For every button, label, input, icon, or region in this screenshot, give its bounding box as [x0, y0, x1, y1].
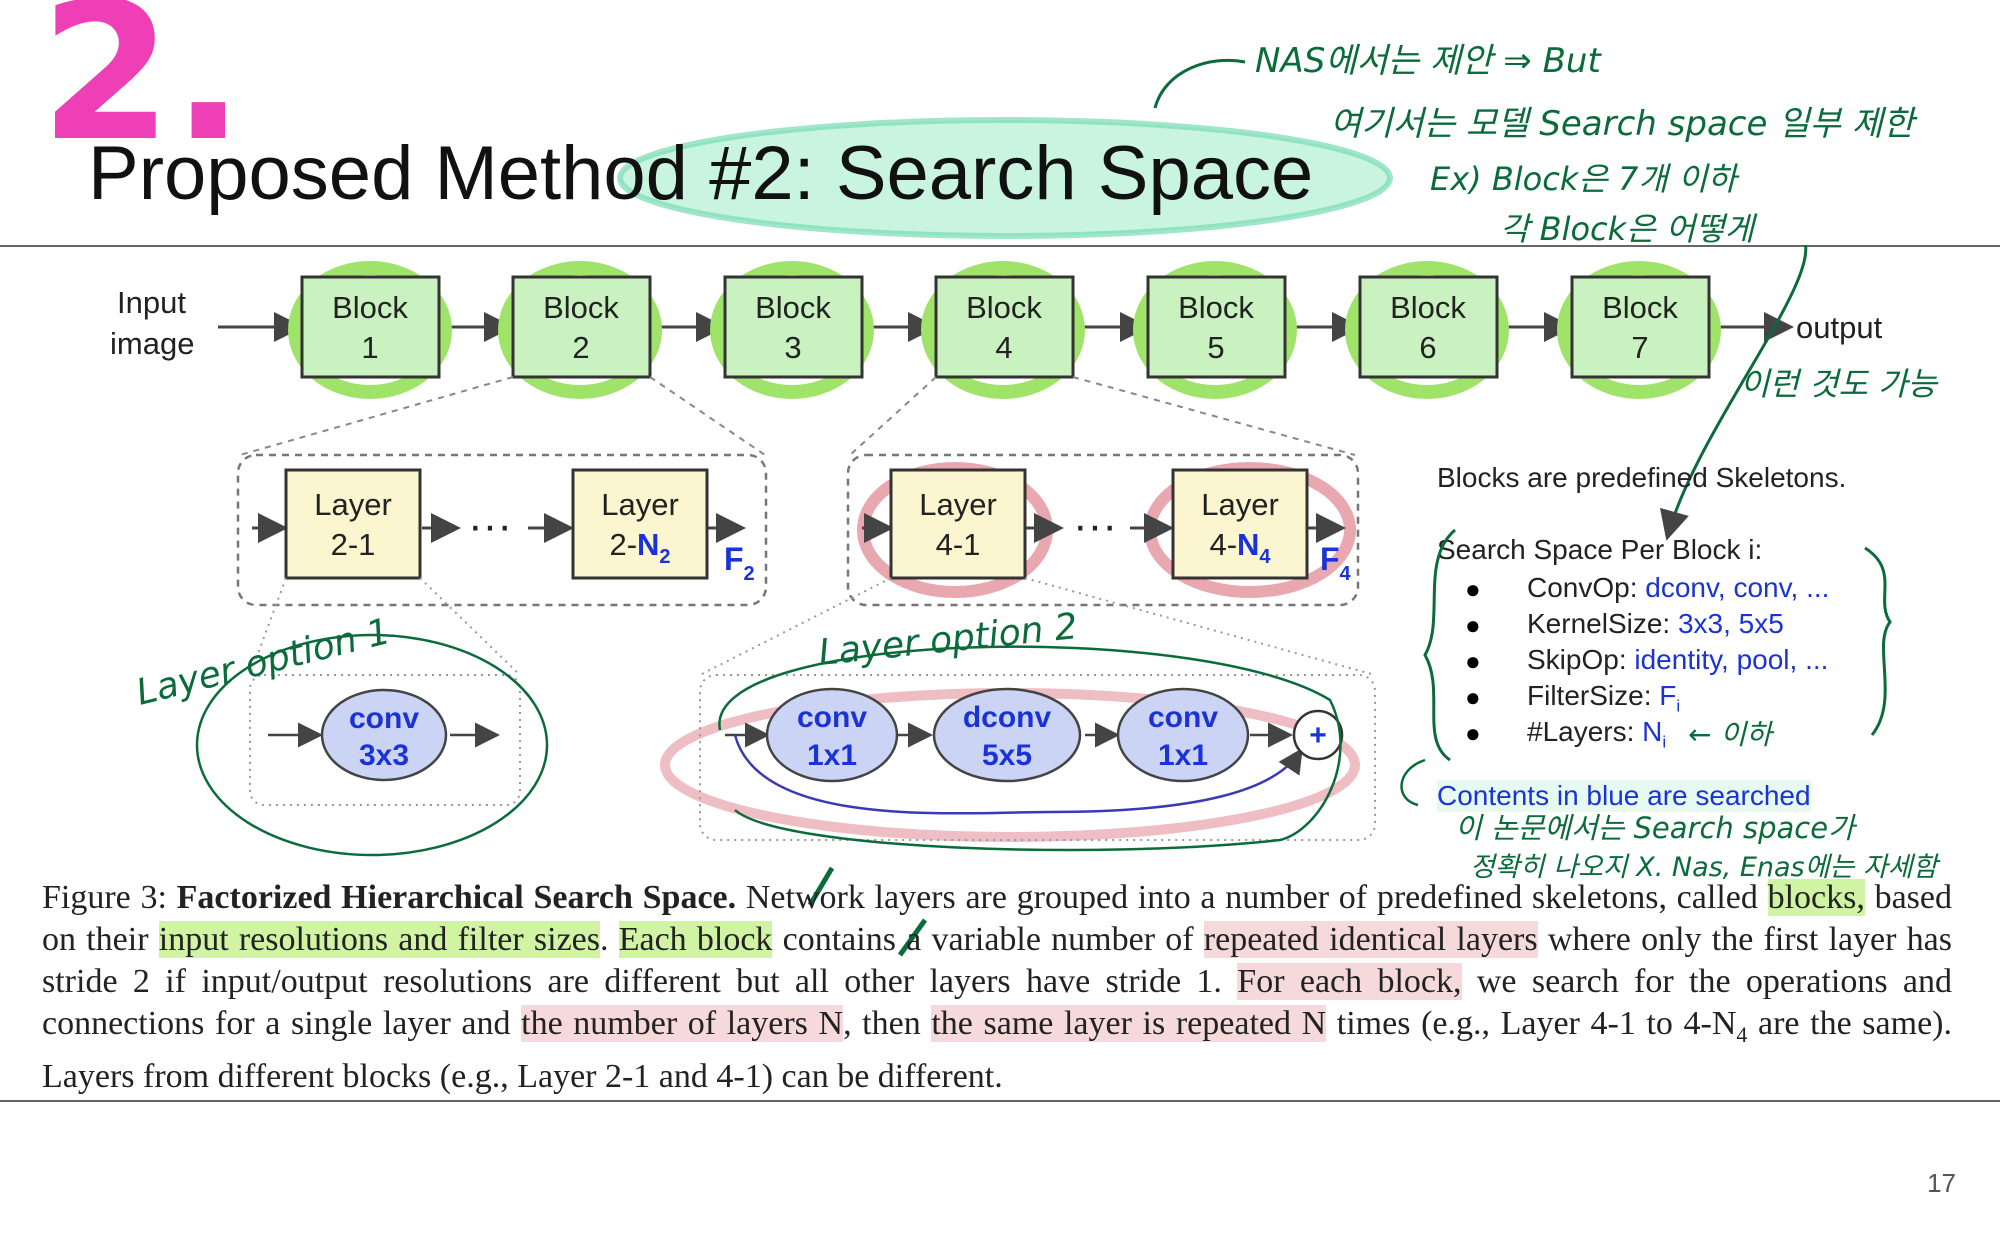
- add-node[interactable]: +: [1292, 709, 1344, 761]
- input-label-line1: Input: [117, 285, 186, 320]
- block-4-num: 4: [995, 330, 1012, 365]
- block-7-num: 7: [1631, 330, 1648, 365]
- search-header: Search Space Per Block i:: [1437, 534, 1763, 565]
- block-3-label: Block: [755, 290, 831, 325]
- list-item: FilterSize: Fi: [1527, 680, 1681, 716]
- block-1[interactable]: Block 1: [288, 261, 452, 399]
- layer-4-n4-label: Layer: [1201, 487, 1279, 522]
- block-1-num: 1: [361, 330, 378, 365]
- layer-option-2-note: Layer option 2: [817, 606, 1080, 674]
- block-5-label: Block: [1178, 290, 1254, 325]
- note-line-1: NAS에서는 제안 ⇒ But: [1255, 41, 1602, 81]
- layer-ellipsis-left: ···: [468, 501, 512, 550]
- block-7-label: Block: [1602, 290, 1678, 325]
- op-conv-1x1-b-top: conv: [1148, 701, 1218, 734]
- layer-2-n2[interactable]: Layer 2-N2: [571, 468, 709, 580]
- list-bullet: ●: [1465, 646, 1481, 676]
- list-bullet: ●: [1465, 610, 1481, 640]
- block-2-num: 2: [572, 330, 589, 365]
- op-conv-1x1-a-top: conv: [797, 701, 867, 734]
- layer-option-2: conv 1x1 dconv 5x5 conv 1x1 + Layer opti…: [660, 606, 1376, 852]
- layer-2-1-id: 2-1: [331, 527, 376, 562]
- block-3[interactable]: Block 3: [710, 261, 874, 399]
- figure-caption: Figure 3: Factorized Hierarchical Search…: [42, 879, 1953, 1095]
- slide-title: Proposed Method #2: Search Space: [88, 131, 1314, 216]
- list-item: #Layers: Ni: [1527, 716, 1667, 752]
- op-conv-1x1-b-bottom: 1x1: [1158, 739, 1208, 772]
- op-conv-1x1-a-bottom: 1x1: [807, 739, 857, 772]
- output-label: output: [1796, 310, 1883, 345]
- block-2[interactable]: Block 2: [498, 261, 662, 399]
- block-6-num: 6: [1419, 330, 1436, 365]
- block-5[interactable]: Block 5: [1133, 261, 1297, 399]
- block-4-label: Block: [966, 290, 1042, 325]
- layer-2-n2-label: Layer: [601, 487, 679, 522]
- op-dconv-5x5-bottom: 5x5: [982, 739, 1032, 772]
- layer-2-1[interactable]: Layer 2-1: [284, 468, 422, 580]
- block-6-label: Block: [1390, 290, 1466, 325]
- add-node-symbol: +: [1309, 719, 1327, 752]
- note-line-3: Ex) Block은 7개 이하: [1430, 160, 1740, 198]
- block-2-label: Block: [543, 290, 619, 325]
- list-bullet: ●: [1465, 718, 1481, 748]
- op-conv-3x3[interactable]: conv 3x3: [320, 688, 448, 782]
- layer-group-block-2: ··· Layer 2-1 Layer 2-N2 F2: [236, 453, 768, 607]
- layer-4-1[interactable]: Layer 4-1: [889, 468, 1027, 580]
- note-arrow-curve: [1153, 58, 1246, 109]
- layer-group-block-4: ··· Layer 4-1 Layer 4-N4 F4: [846, 453, 1360, 607]
- skeleton-note: Blocks are predefined Skeletons.: [1437, 462, 1847, 493]
- layer-4-n4[interactable]: Layer 4-N4: [1171, 468, 1309, 580]
- block-1-label: Block: [332, 290, 408, 325]
- block-5-num: 5: [1207, 330, 1224, 365]
- list-bullet: ●: [1465, 574, 1481, 604]
- list-item: SkipOp: identity, pool, ...: [1527, 644, 1829, 675]
- filter-f2: F2: [724, 541, 755, 585]
- note-line-4: 각 Block은 어떻게: [1500, 210, 1758, 248]
- op-conv-1x1-b[interactable]: conv 1x1: [1116, 687, 1250, 783]
- op-conv-3x3-a: conv: [349, 702, 419, 735]
- layer-4-1-id: 4-1: [936, 527, 981, 562]
- op-conv-3x3-b: 3x3: [359, 739, 409, 772]
- op-conv-1x1-a[interactable]: conv 1x1: [765, 687, 899, 783]
- searched-note: Contents in blue are searched: [1437, 780, 1811, 812]
- layer-2-1-label: Layer: [314, 487, 392, 522]
- input-label-line2: image: [110, 326, 194, 361]
- op-dconv-5x5[interactable]: dconv 5x5: [932, 687, 1082, 783]
- layer-4-1-label: Layer: [919, 487, 997, 522]
- list-item: KernelSize: 3x3, 5x5: [1527, 608, 1784, 639]
- note-line-2: 여기서는 모델 Search space 일부 제한: [1330, 104, 1918, 144]
- layer-ellipsis-right: ···: [1073, 501, 1117, 550]
- list-item: ConvOp: dconv, conv, ...: [1527, 572, 1830, 603]
- caption-divider: [0, 1100, 2000, 1102]
- op-dconv-5x5-top: dconv: [963, 701, 1052, 734]
- layer-option-1: conv 3x3 Layer option 1: [132, 611, 549, 857]
- block-4[interactable]: Block 4: [921, 261, 1085, 399]
- note-line-5: 이런 것도 가능: [1740, 365, 1940, 403]
- block-6[interactable]: Block 6: [1345, 261, 1509, 399]
- page-number: 17: [1927, 1168, 1956, 1198]
- list-bullet: ●: [1465, 682, 1481, 712]
- block-3-num: 3: [784, 330, 801, 365]
- block-7[interactable]: Block 7: [1557, 261, 1721, 399]
